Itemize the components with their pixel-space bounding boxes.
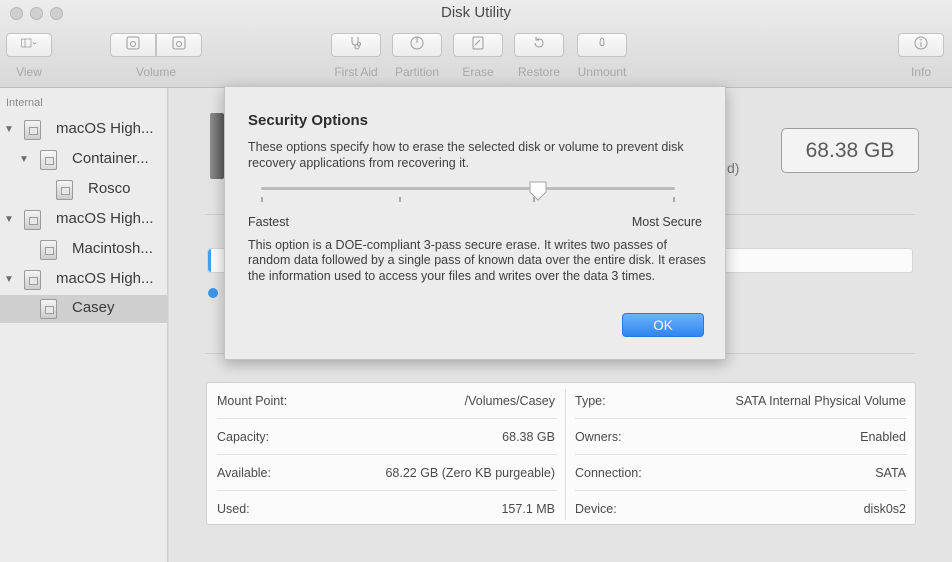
info-button[interactable] bbox=[898, 33, 944, 57]
add-volume-icon bbox=[125, 35, 141, 56]
unmount-button[interactable] bbox=[577, 33, 627, 57]
remove-volume-icon bbox=[171, 35, 187, 56]
restore-button[interactable] bbox=[514, 33, 564, 57]
security-options-sheet: Security Options These options specify h… bbox=[224, 86, 726, 360]
remove-volume-button[interactable] bbox=[156, 33, 202, 57]
disk-icon bbox=[24, 120, 41, 140]
eject-icon bbox=[594, 35, 610, 56]
volume-icon bbox=[56, 180, 73, 200]
sidebar-item-label: macOS High... bbox=[56, 210, 154, 227]
info-value: SATA bbox=[875, 465, 906, 480]
info-value: 68.38 GB bbox=[502, 429, 555, 444]
disclosure-triangle-icon[interactable]: ▼ bbox=[19, 154, 29, 165]
info-key: Connection: bbox=[575, 465, 642, 480]
info-row-type: Type: SATA Internal Physical Volume bbox=[565, 383, 916, 418]
info-value: SATA Internal Physical Volume bbox=[735, 393, 906, 408]
ok-button[interactable]: OK bbox=[622, 313, 704, 337]
info-row-mount-point: Mount Point: /Volumes/Casey bbox=[207, 383, 565, 418]
first-aid-label: First Aid bbox=[334, 65, 378, 79]
info-key: Capacity: bbox=[217, 429, 270, 444]
info-row-available: Available: 68.22 GB (Zero KB purgeable) bbox=[207, 455, 565, 490]
info-value: disk0s2 bbox=[863, 501, 906, 516]
view-button[interactable] bbox=[6, 33, 52, 57]
slider-max-label: Most Secure bbox=[631, 215, 702, 229]
disclosure-triangle-icon[interactable]: ▼ bbox=[4, 214, 14, 225]
volume-icon bbox=[40, 299, 57, 319]
slider-tick bbox=[261, 197, 263, 202]
info-row-connection: Connection: SATA bbox=[565, 455, 916, 490]
stethoscope-icon bbox=[348, 35, 364, 56]
info-row-capacity: Capacity: 68.38 GB bbox=[207, 419, 565, 454]
info-label: Info bbox=[910, 65, 931, 79]
info-value: /Volumes/Casey bbox=[464, 393, 555, 408]
sheet-option-explanation: This option is a DOE-compliant 3-pass se… bbox=[248, 238, 706, 283]
used-legend-dot bbox=[208, 288, 218, 298]
erase-label: Erase bbox=[462, 65, 494, 79]
security-slider-track[interactable] bbox=[261, 187, 675, 190]
sidebar-item-volume[interactable]: Rosco bbox=[0, 176, 168, 204]
slider-tick bbox=[673, 197, 675, 202]
info-key: Used: bbox=[217, 501, 250, 516]
sidebar-item-label: macOS High... bbox=[56, 120, 154, 137]
info-value: 68.22 GB (Zero KB purgeable) bbox=[385, 465, 555, 480]
info-key: Mount Point: bbox=[217, 393, 288, 408]
volume-subtitle-fragment: d) bbox=[727, 160, 740, 176]
sidebar-item-label: Container... bbox=[72, 150, 149, 167]
sidebar-item-label: macOS High... bbox=[56, 270, 154, 287]
sidebar-item-disk[interactable]: ▼ macOS High... bbox=[0, 206, 168, 234]
sidebar-icon bbox=[21, 35, 37, 56]
partition-icon bbox=[409, 35, 425, 56]
partition-button[interactable] bbox=[392, 33, 442, 57]
first-aid-button[interactable] bbox=[331, 33, 381, 57]
toolbar: Disk Utility View Volume First Aid Parti… bbox=[0, 0, 952, 88]
info-row-device: Device: disk0s2 bbox=[565, 491, 916, 526]
info-value: Enabled bbox=[860, 429, 906, 444]
sheet-title: Security Options bbox=[248, 112, 369, 129]
view-label: View bbox=[16, 65, 42, 79]
slider-tick bbox=[399, 197, 401, 202]
sidebar-item-container[interactable]: ▼ Container... bbox=[0, 146, 168, 174]
info-key: Available: bbox=[217, 465, 271, 480]
window-title: Disk Utility bbox=[441, 4, 511, 21]
info-value: 157.1 MB bbox=[501, 501, 555, 516]
sidebar-item-label: Macintosh... bbox=[72, 240, 153, 257]
partition-label: Partition bbox=[394, 65, 440, 79]
container-icon bbox=[40, 150, 57, 170]
sidebar-section-internal: Internal bbox=[6, 97, 43, 109]
info-icon bbox=[913, 35, 929, 56]
add-volume-button[interactable] bbox=[110, 33, 156, 57]
info-row-owners: Owners: Enabled bbox=[565, 419, 916, 454]
usage-bar-fill bbox=[208, 249, 211, 272]
erase-button[interactable] bbox=[453, 33, 503, 57]
restore-icon bbox=[531, 35, 547, 56]
info-key: Owners: bbox=[575, 429, 622, 444]
sidebar-item-disk[interactable]: ▼ macOS High... bbox=[0, 266, 168, 294]
capacity-badge: 68.38 GB bbox=[781, 128, 919, 173]
disclosure-triangle-icon[interactable]: ▼ bbox=[4, 124, 14, 135]
slider-min-label: Fastest bbox=[248, 215, 289, 229]
info-row-used: Used: 157.1 MB bbox=[207, 491, 565, 526]
drive-image bbox=[210, 113, 224, 179]
volume-label: Volume bbox=[135, 65, 177, 79]
sheet-description: These options specify how to erase the s… bbox=[248, 140, 684, 170]
eraser-icon bbox=[470, 35, 486, 56]
disk-icon bbox=[24, 210, 41, 230]
unmount-label: Unmount bbox=[577, 65, 627, 79]
info-key: Type: bbox=[575, 393, 606, 408]
disclosure-triangle-icon[interactable]: ▼ bbox=[4, 274, 14, 285]
sidebar-item-label: Rosco bbox=[88, 180, 131, 197]
restore-label: Restore bbox=[517, 65, 561, 79]
info-key: Device: bbox=[575, 501, 617, 516]
security-slider-thumb[interactable] bbox=[528, 180, 548, 202]
volume-info-table: Mount Point: /Volumes/Casey Capacity: 68… bbox=[206, 382, 916, 525]
sidebar: Internal ▼ macOS High... ▼ Container... … bbox=[0, 88, 168, 562]
sidebar-item-disk[interactable]: ▼ macOS High... bbox=[0, 116, 168, 144]
volume-icon bbox=[40, 240, 57, 260]
sidebar-item-volume-selected[interactable]: Casey bbox=[0, 295, 168, 323]
sidebar-item-label: Casey bbox=[72, 299, 115, 316]
sidebar-item-volume[interactable]: Macintosh... bbox=[0, 236, 168, 264]
disk-icon bbox=[24, 270, 41, 290]
